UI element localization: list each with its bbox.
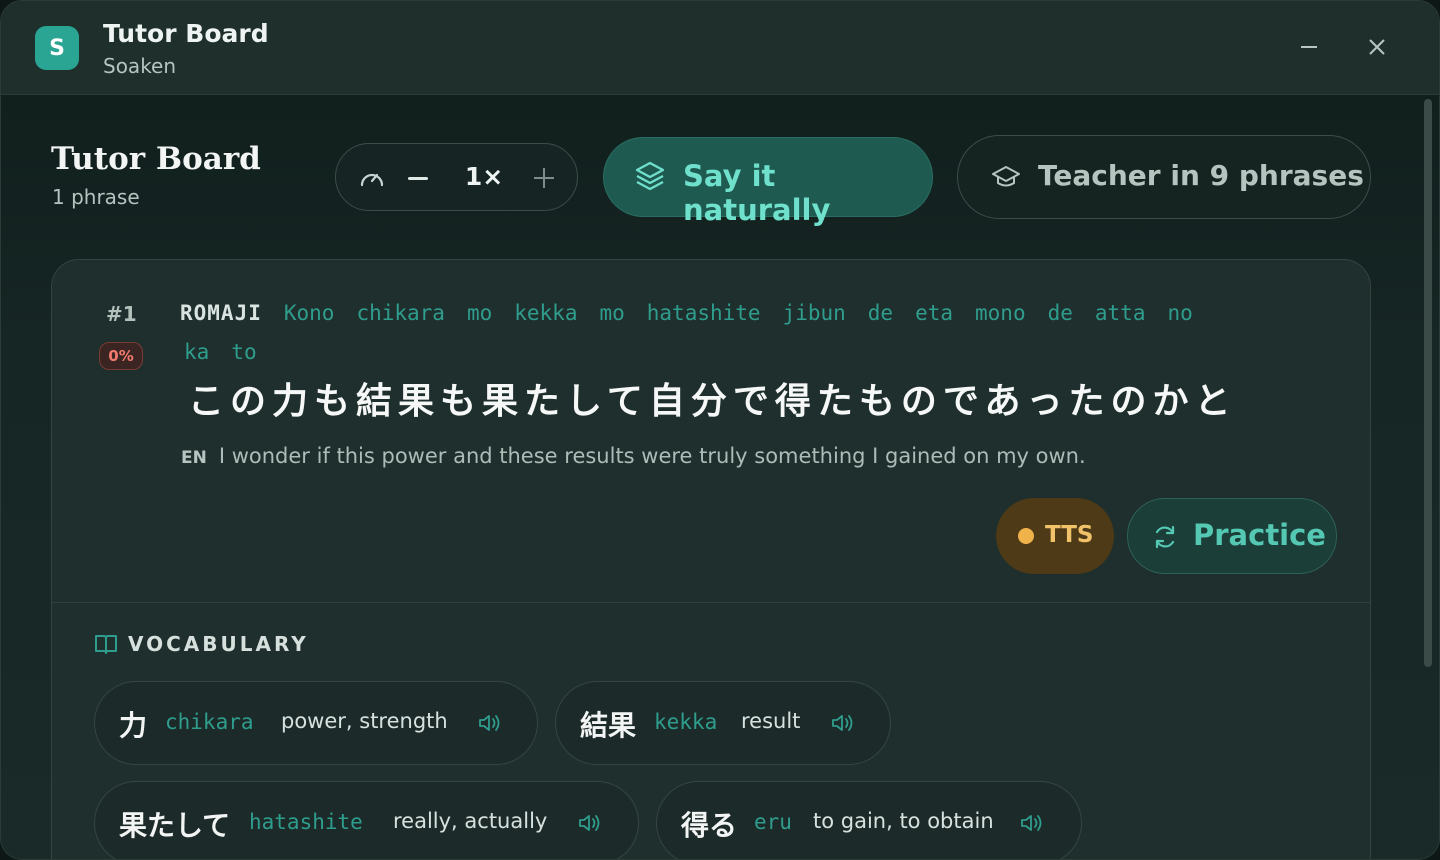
page-title: Tutor Board bbox=[51, 141, 261, 177]
english-text: I wonder if this power and these results… bbox=[218, 444, 1086, 468]
romaji-word[interactable]: hatashite bbox=[647, 301, 761, 325]
phrase-card: #1 0% ROMAJI Kono chikara mo kekka mo hatashit… bbox=[51, 259, 1371, 859]
phrase-number: #1 bbox=[106, 302, 137, 326]
vocab-meaning: to gain, to obtain bbox=[813, 809, 994, 833]
tts-status-dot bbox=[1018, 528, 1034, 544]
layers-icon bbox=[635, 161, 665, 191]
speed-control: 1× bbox=[335, 143, 578, 211]
app-icon: S bbox=[35, 26, 79, 70]
speedometer-icon bbox=[360, 173, 384, 187]
close-button[interactable] bbox=[1361, 31, 1393, 63]
window-subtitle: Soaken bbox=[103, 54, 177, 78]
title-bar: S Tutor Board Soaken bbox=[1, 1, 1439, 95]
vocab-romaji: eru bbox=[754, 810, 792, 834]
romaji-word[interactable]: kekka bbox=[514, 301, 577, 325]
english-translation: EN I wonder if this power and these resul… bbox=[181, 444, 1086, 468]
romaji-word[interactable]: mo bbox=[599, 301, 624, 325]
app-window: S Tutor Board Soaken Tutor Board 1 phras… bbox=[0, 0, 1440, 860]
vocab-romaji: chikara bbox=[165, 710, 254, 734]
romaji-word[interactable]: ka bbox=[184, 340, 209, 364]
graduation-cap-icon bbox=[992, 166, 1020, 187]
minimize-button[interactable] bbox=[1293, 31, 1325, 63]
romaji-word[interactable]: eta bbox=[915, 301, 953, 325]
vocab-chip[interactable]: 果たして hatashite really, actually bbox=[94, 781, 639, 859]
speed-decrease-button[interactable] bbox=[406, 164, 434, 192]
vocab-romaji: hatashite bbox=[249, 810, 363, 834]
vocab-kanji: 結果 bbox=[580, 709, 637, 742]
window-title: Tutor Board bbox=[103, 19, 269, 48]
vocab-meaning: power, strength bbox=[281, 709, 448, 733]
book-icon bbox=[95, 635, 117, 654]
say-naturally-button[interactable]: Say it naturally bbox=[603, 137, 933, 227]
romaji-word[interactable]: mo bbox=[467, 301, 492, 325]
speed-value: 1× bbox=[464, 162, 504, 191]
vocab-chip[interactable]: 結果 kekka result bbox=[555, 681, 891, 765]
practice-button[interactable]: Practice bbox=[1127, 498, 1337, 574]
romaji-word[interactable]: atta bbox=[1095, 301, 1146, 325]
vocab-romaji: kekka bbox=[654, 710, 718, 734]
practice-label: Practice bbox=[1193, 518, 1326, 552]
vocabulary-label: VOCABULARY bbox=[128, 632, 309, 656]
romaji-word[interactable]: de bbox=[1048, 301, 1073, 325]
vocab-chip[interactable]: 力 chikara power, strength bbox=[94, 681, 538, 765]
refresh-icon bbox=[1155, 525, 1175, 549]
teacher-button[interactable]: Teacher in 9 phrases bbox=[957, 135, 1371, 219]
romaji-word[interactable]: jibun bbox=[783, 301, 846, 325]
vocab-meaning: really, actually bbox=[393, 809, 548, 833]
speaker-icon[interactable] bbox=[577, 812, 603, 834]
english-label: EN bbox=[181, 448, 207, 468]
vocab-chip[interactable]: 得る eru to gain, to obtain bbox=[656, 781, 1082, 859]
speaker-icon[interactable] bbox=[1019, 812, 1045, 834]
romaji-word[interactable]: de bbox=[868, 301, 893, 325]
divider bbox=[52, 602, 1370, 603]
romaji-word[interactable]: chikara bbox=[356, 301, 445, 325]
speaker-icon[interactable] bbox=[477, 712, 503, 734]
tts-label: TTS bbox=[1045, 522, 1094, 548]
speaker-icon[interactable] bbox=[830, 712, 856, 734]
romaji-line: ROMAJI Kono chikara mo kekka mo hatashite jibun… bbox=[180, 294, 1320, 372]
vocab-meaning: result bbox=[741, 709, 801, 733]
say-naturally-label: Say it naturally bbox=[683, 159, 831, 227]
scrollbar[interactable] bbox=[1424, 99, 1432, 667]
phrase-count: 1 phrase bbox=[52, 185, 140, 209]
romaji-word[interactable]: no bbox=[1167, 301, 1192, 325]
romaji-label: ROMAJI bbox=[180, 301, 262, 325]
romaji-word[interactable]: to bbox=[231, 340, 256, 364]
close-icon bbox=[1369, 39, 1385, 55]
minimize-icon bbox=[1301, 46, 1317, 48]
romaji-word[interactable]: Kono bbox=[284, 301, 335, 325]
speed-increase-button[interactable] bbox=[532, 164, 560, 192]
japanese-text: この力も結果も果たして自分で得たものであったのかと bbox=[188, 381, 1237, 422]
teacher-label: Teacher in 9 phrases bbox=[1038, 159, 1364, 192]
vocabulary-heading: VOCABULARY bbox=[94, 632, 309, 656]
vocab-kanji: 力 bbox=[119, 709, 148, 742]
vocab-kanji: 得る bbox=[681, 809, 738, 842]
romaji-word[interactable]: mono bbox=[975, 301, 1026, 325]
progress-badge: 0% bbox=[99, 342, 143, 370]
vocab-kanji: 果たして bbox=[119, 809, 231, 842]
tts-button[interactable]: TTS bbox=[996, 498, 1114, 574]
